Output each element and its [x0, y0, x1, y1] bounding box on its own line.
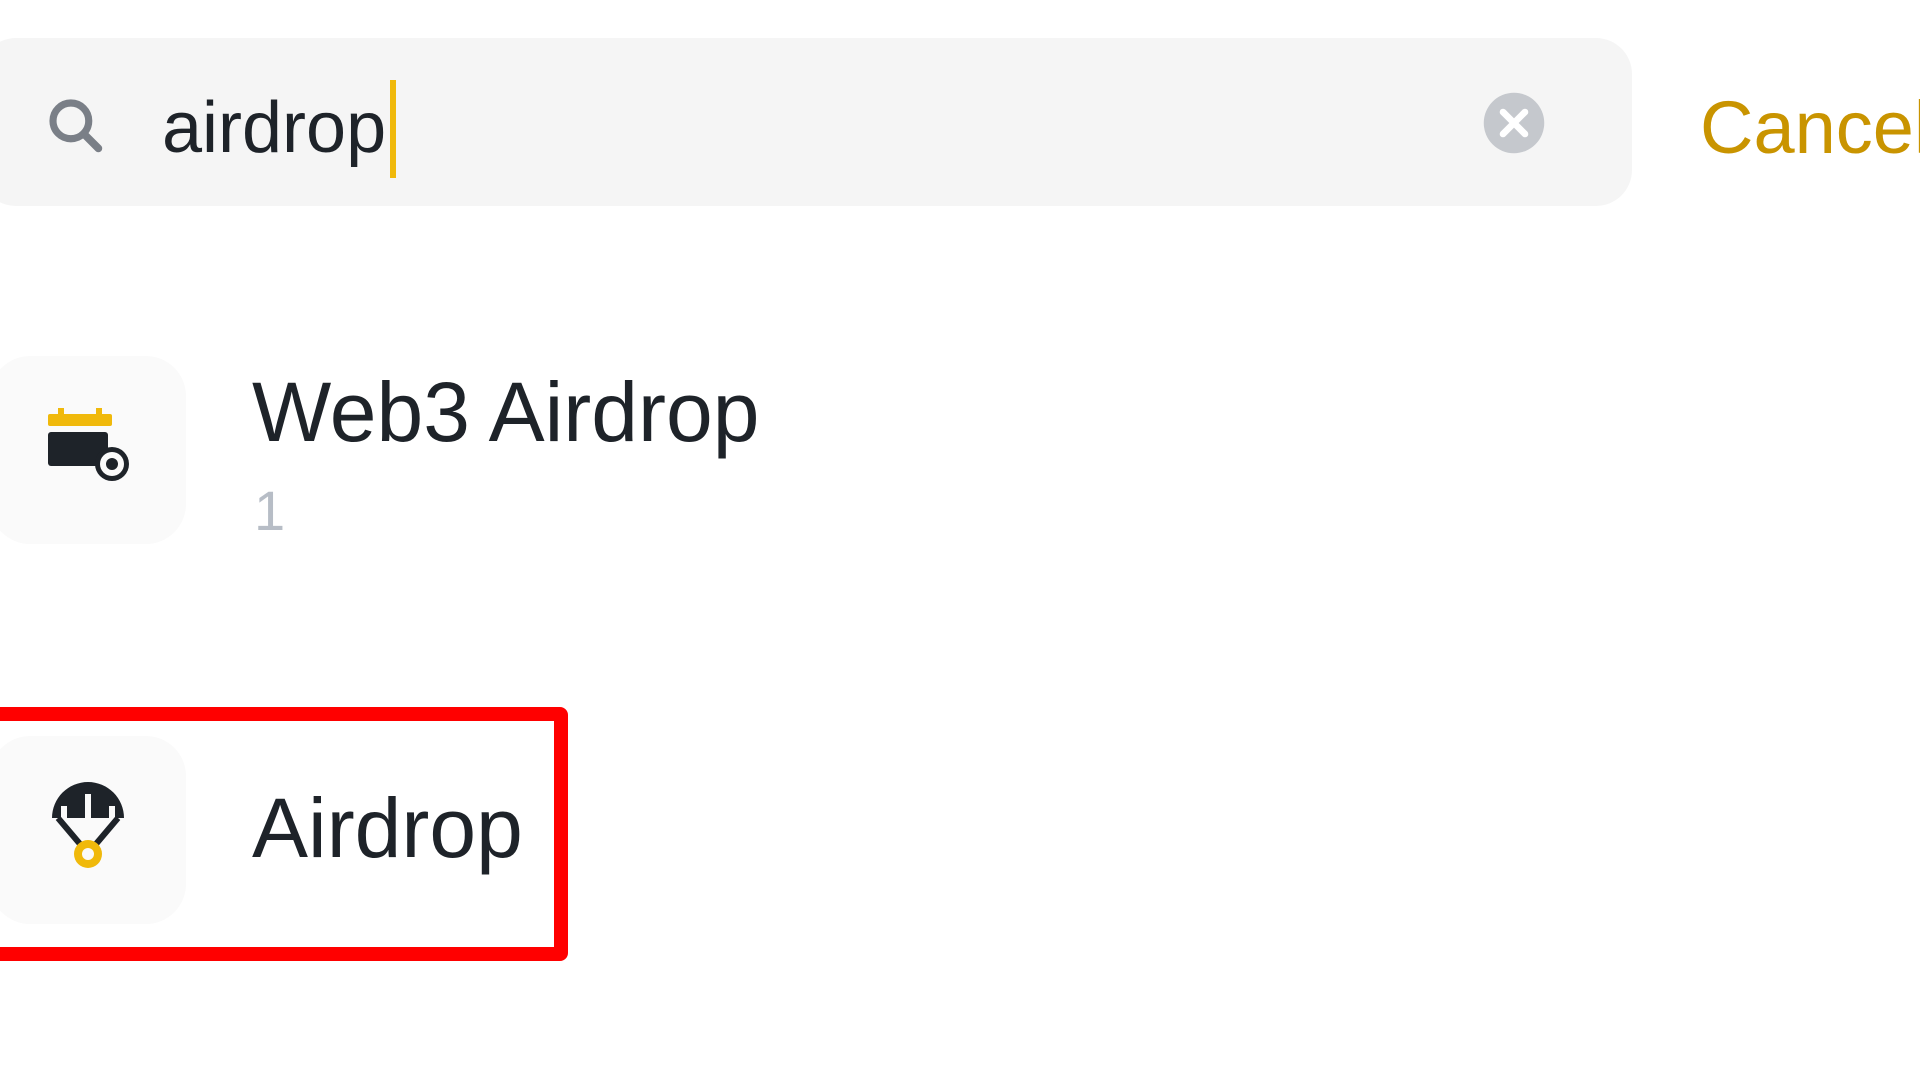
- cancel-button[interactable]: Cancel: [1700, 78, 1920, 178]
- result-icon-box: [0, 736, 186, 924]
- search-icon: [49, 99, 103, 153]
- calendar-add-icon: [48, 408, 129, 481]
- result-title: Web3 Airdrop: [252, 365, 760, 459]
- search-bar[interactable]: [0, 38, 1632, 206]
- result-subtitle: 1: [254, 479, 286, 542]
- clear-search-icon[interactable]: [1481, 90, 1547, 156]
- search-result-web3-airdrop[interactable]: Web3 Airdrop 1: [0, 350, 1920, 550]
- search-screen: airdrop Cancel Web3 Airdrop 1 Airdrop: [0, 0, 1920, 1080]
- result-icon-box: [0, 356, 186, 544]
- parachute-icon: [52, 782, 124, 868]
- search-result-airdrop[interactable]: Airdrop: [0, 730, 1920, 930]
- result-title: Airdrop: [252, 781, 523, 875]
